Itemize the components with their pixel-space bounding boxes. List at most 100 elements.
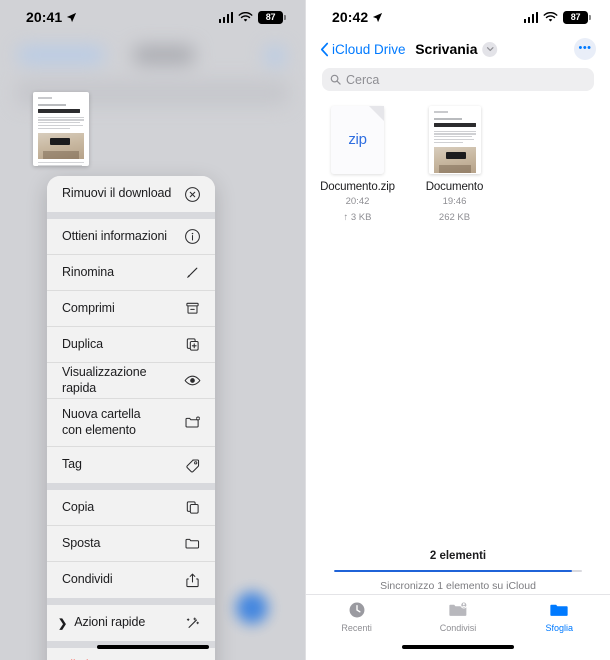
cellular-signal-icon xyxy=(523,11,538,23)
wifi-icon xyxy=(238,11,253,22)
battery-level: 87 xyxy=(265,12,276,22)
status-bar: 20:41 87 xyxy=(0,0,305,34)
battery-level: 87 xyxy=(570,12,581,22)
battery-indicator: 87 xyxy=(563,10,591,24)
chevron-right-icon: ❯ xyxy=(58,617,68,630)
more-options-label: ••• xyxy=(578,41,592,54)
menu-item-move[interactable]: Sposta xyxy=(47,526,215,562)
navigation-bar: iCloud Drive Scrivania ••• xyxy=(306,34,610,64)
menu-item-tag[interactable]: Tag xyxy=(47,447,215,483)
blurred-tab-icon xyxy=(236,592,268,624)
menu-item-label: Duplica xyxy=(62,336,103,351)
home-indicator xyxy=(96,645,209,649)
duplicate-icon xyxy=(186,338,199,351)
archive-box-icon xyxy=(186,302,199,314)
menu-separator xyxy=(47,483,215,490)
tab-label: Sfoglia xyxy=(545,623,574,633)
menu-item-label: Nuova cartella con elemento xyxy=(62,406,141,437)
menu-item-label: Azioni rapide xyxy=(74,615,146,630)
menu-item-quick-look[interactable]: Visualizzazione rapida xyxy=(47,363,215,399)
document-thumbnail-preview xyxy=(33,92,89,166)
magic-wand-icon xyxy=(186,616,199,628)
menu-item-label: Rimuovi il download xyxy=(62,186,172,201)
wifi-icon xyxy=(543,11,558,22)
file-item-document[interactable]: Documento 19:46 262 KB xyxy=(417,104,492,225)
zip-file-icon: zip xyxy=(329,104,386,176)
tab-sfoglia[interactable]: Sfoglia xyxy=(509,599,610,633)
tab-recenti[interactable]: Recenti xyxy=(306,599,407,633)
location-arrow-icon xyxy=(373,12,383,22)
menu-item-label: Ottieni informazioni xyxy=(62,228,167,243)
battery-indicator: 87 xyxy=(258,10,286,24)
menu-item-duplicate[interactable]: Duplica xyxy=(47,327,215,363)
menu-item-label: Copia xyxy=(62,499,95,514)
tab-label: Condivisi xyxy=(439,623,477,633)
file-size: 262 KB xyxy=(438,211,471,223)
sync-progress-bar xyxy=(334,569,582,572)
menu-separator xyxy=(47,598,215,605)
share-icon xyxy=(186,573,199,587)
sync-progress-fill xyxy=(334,569,573,572)
document-preview-icon xyxy=(426,104,483,176)
menu-item-remove-download[interactable]: Rimuovi il download xyxy=(47,176,215,212)
status-bar-right: 87 xyxy=(523,10,591,24)
tab-condivisi[interactable]: Condivisi xyxy=(407,599,508,633)
trash-icon xyxy=(190,659,195,660)
shared-folder-icon xyxy=(447,599,469,621)
context-menu-group: Copia Sposta Condividi xyxy=(47,490,215,598)
tag-icon xyxy=(186,458,200,473)
back-button-label: iCloud Drive xyxy=(332,41,406,57)
search-input[interactable]: Cerca xyxy=(322,68,594,91)
location-arrow-icon xyxy=(67,12,77,22)
menu-item-quick-actions[interactable]: ❯ Azioni rapide xyxy=(47,605,215,641)
status-bar-left: 20:42 xyxy=(332,9,383,25)
file-time: 19:46 xyxy=(442,196,467,207)
menu-item-copy[interactable]: Copia xyxy=(47,490,215,526)
tab-bar: Recenti Condivisi Sfoglia xyxy=(306,594,610,638)
back-button[interactable]: iCloud Drive xyxy=(320,42,406,57)
blurred-back-button xyxy=(18,47,104,63)
clock-icon xyxy=(346,599,368,621)
more-options-button[interactable]: ••• xyxy=(574,38,596,60)
menu-separator xyxy=(47,212,215,219)
menu-item-label: Sposta xyxy=(62,535,101,550)
status-bar-right: 87 xyxy=(218,10,286,24)
menu-item-left: ❯ Azioni rapide xyxy=(58,615,146,631)
file-name: Documento xyxy=(425,181,484,193)
menu-item-share[interactable]: Condividi xyxy=(47,562,215,598)
menu-item-label: Comprimi xyxy=(62,300,115,315)
file-grid: zip Documento.zip 20:42 ↑ 3 KB Documento… xyxy=(320,104,596,225)
menu-item-new-folder-with-item[interactable]: Nuova cartella con elemento xyxy=(47,399,215,447)
file-size: ↑ 3 KB xyxy=(343,211,372,223)
chevron-down-icon[interactable] xyxy=(482,41,498,57)
menu-item-rename[interactable]: Rinomina xyxy=(47,255,215,291)
tab-label: Recenti xyxy=(341,623,372,633)
file-item-zip[interactable]: zip Documento.zip 20:42 ↑ 3 KB xyxy=(320,104,395,225)
zip-badge-label: zip xyxy=(348,131,367,148)
context-menu-group: ❯ Azioni rapide xyxy=(47,605,215,641)
menu-item-label: Condividi xyxy=(62,572,113,587)
menu-item-compress[interactable]: Comprimi xyxy=(47,291,215,327)
clock-time: 20:42 xyxy=(332,9,369,25)
menu-item-label: Visualizzazione rapida xyxy=(62,364,147,395)
chevron-left-icon xyxy=(320,42,329,56)
search-placeholder: Cerca xyxy=(346,72,380,87)
page-title[interactable]: Scrivania xyxy=(415,41,498,57)
dual-screenshot: 20:41 87 Rimuovi il download Ottieni inf… xyxy=(0,0,610,660)
info-circle-icon xyxy=(185,229,200,244)
status-bar: 20:42 87 xyxy=(306,0,610,34)
circle-x-icon xyxy=(185,186,200,202)
status-bar-left: 20:41 xyxy=(26,9,77,25)
blurred-title xyxy=(134,46,194,64)
right-screen-files-app: 20:42 87 iCloud Drive Scrivania ••• Cerc… xyxy=(305,0,610,660)
sync-status-label: Sincronizzo 1 elemento su iCloud xyxy=(380,580,536,592)
new-folder-icon xyxy=(185,416,200,428)
eye-icon xyxy=(184,375,201,386)
context-menu-group: Ottieni informazioni Rinomina Comprimi D… xyxy=(47,219,215,483)
menu-item-get-info[interactable]: Ottieni informazioni xyxy=(47,219,215,255)
menu-item-delete[interactable]: Elimina xyxy=(47,648,215,660)
left-screen-context-menu: 20:41 87 Rimuovi il download Ottieni inf… xyxy=(0,0,305,660)
item-count-label: 2 elementi xyxy=(429,549,487,562)
file-name: Documento.zip xyxy=(320,181,395,193)
blurred-more-button xyxy=(265,46,285,66)
